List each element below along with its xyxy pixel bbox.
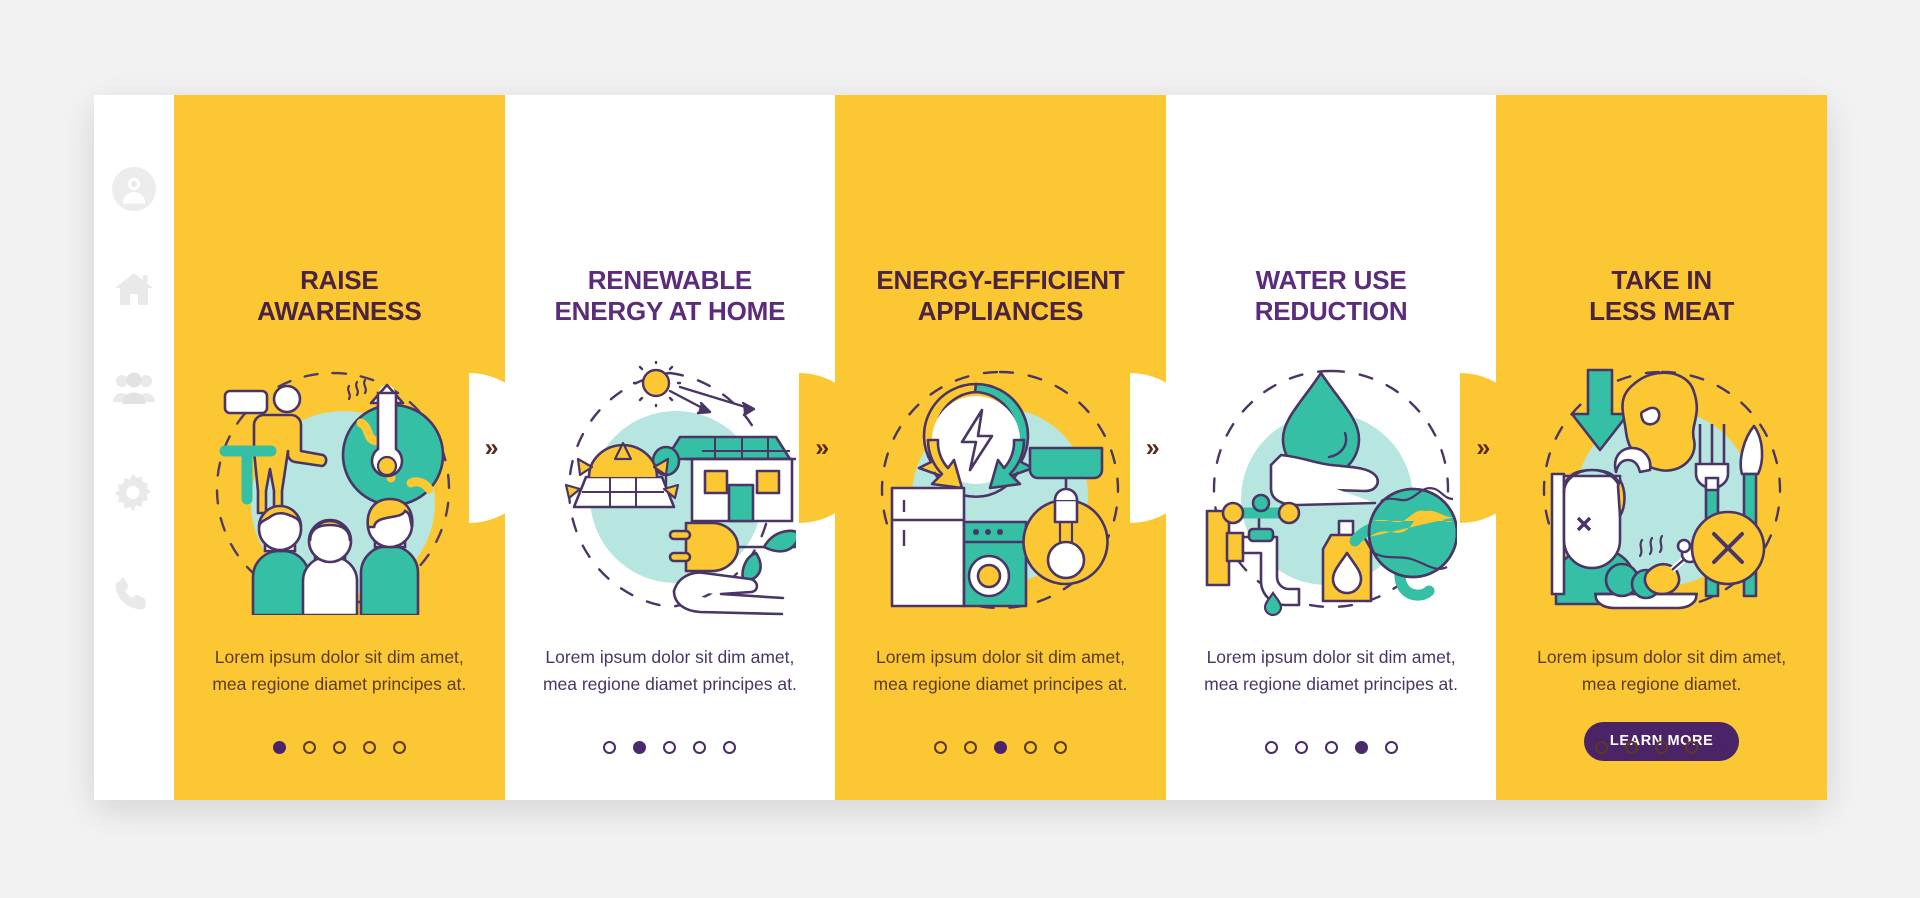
onboarding-template-canvas: RAISE AWARENESS Lorem ipsum dolor sit di…	[0, 0, 1920, 898]
pagination-dot-3[interactable]	[1655, 741, 1669, 754]
page-title-line1: ENERGY-EFFICIENT	[876, 265, 1125, 295]
pagination-dot-1[interactable]	[1264, 741, 1278, 754]
screen-take-in-less-meat[interactable]: » TAKE IN LESS MEAT Lorem ipsum dolor si…	[1460, 95, 1827, 800]
pagination-dot-5[interactable]	[1715, 741, 1729, 754]
pagination-dot-3[interactable]	[993, 741, 1007, 754]
pagination-dot-4[interactable]	[1354, 741, 1368, 754]
people-globe-thermometer-illustration	[208, 360, 470, 618]
page-title-line2: ENERGY AT HOME	[554, 295, 786, 326]
pagination-dot-3[interactable]	[332, 741, 346, 754]
page-title: WATER USE REDUCTION	[1255, 265, 1408, 326]
pagination-dot-2[interactable]	[1294, 741, 1308, 754]
pagination-dot-4[interactable]	[693, 741, 707, 754]
page-title: RENEWABLE ENERGY AT HOME	[555, 265, 786, 326]
pagination-dots[interactable]	[174, 741, 505, 754]
sidebar-icon-rail	[94, 95, 174, 800]
pagination-dot-5[interactable]	[1384, 741, 1398, 754]
pagination-dot-5[interactable]	[723, 741, 737, 754]
pagination-dot-5[interactable]	[392, 741, 406, 754]
pagination-dot-3[interactable]	[663, 741, 677, 754]
phone-icon[interactable]	[112, 575, 156, 619]
screen-energy-efficient-appliances[interactable]: » ENERGY-EFFICIENT APPLIANCES Lorem ipsu…	[799, 95, 1166, 800]
screen-description: Lorem ipsum dolor sit dim amet, mea regi…	[1537, 647, 1787, 694]
page-title-line1: WATER USE	[1255, 265, 1407, 295]
pagination-dot-2[interactable]	[963, 741, 977, 754]
pagination-dot-3[interactable]	[1324, 741, 1338, 754]
screen-description: Lorem ipsum dolor sit dim amet, mea regi…	[1204, 647, 1459, 694]
page-title-line1: TAKE IN	[1611, 265, 1712, 295]
meat-cutlery-person-illustration	[1531, 360, 1793, 618]
pagination-dots[interactable]	[835, 741, 1166, 754]
screen-water-use-reduction[interactable]: » WATER USE REDUCTION Lorem ipsum dolor …	[1129, 95, 1497, 800]
pagination-dots[interactable]	[1166, 741, 1497, 754]
fridge-washer-bulb-recycle-illustration	[869, 360, 1131, 618]
page-title-line2: APPLIANCES	[917, 295, 1084, 326]
pagination-dot-1[interactable]	[1595, 741, 1609, 754]
pagination-dot-4[interactable]	[1023, 741, 1037, 754]
chevron-right-icon: »	[1476, 433, 1490, 461]
page-title-line1: RAISE	[300, 265, 379, 295]
screen-description: Lorem ipsum dolor sit dim amet, mea regi…	[542, 647, 797, 694]
screen-description: Lorem ipsum dolor sit dim amet, mea regi…	[873, 647, 1128, 694]
chevron-right-icon: »	[1145, 433, 1160, 461]
page-title-line2: AWARENESS	[257, 295, 422, 326]
device-frame: RAISE AWARENESS Lorem ipsum dolor sit di…	[94, 95, 1827, 800]
onboarding-screens: RAISE AWARENESS Lorem ipsum dolor sit di…	[174, 95, 1827, 800]
pagination-dot-2[interactable]	[1625, 741, 1639, 754]
pagination-dot-1[interactable]	[603, 741, 617, 754]
gear-icon[interactable]	[112, 473, 156, 517]
faucet-waterdrop-globe-illustration	[1200, 360, 1462, 618]
screen-raise-awareness[interactable]: RAISE AWARENESS Lorem ipsum dolor sit di…	[174, 95, 505, 800]
pagination-dot-2[interactable]	[302, 741, 316, 754]
solar-panel-house-plug-illustration	[539, 360, 801, 618]
screen-renewable-energy-at-home[interactable]: » RENEWABLE ENERGY AT HOME Lorem ipsum d…	[468, 95, 836, 800]
page-title-line1: RENEWABLE	[587, 265, 753, 295]
screen-description: Lorem ipsum dolor sit dim amet, mea regi…	[212, 647, 467, 694]
pagination-dot-1[interactable]	[933, 741, 947, 754]
pagination-dot-2[interactable]	[633, 741, 647, 754]
user-avatar-icon[interactable]	[112, 167, 156, 211]
page-title-line2: LESS MEAT	[1589, 295, 1735, 326]
page-title: RAISE AWARENESS	[257, 265, 422, 326]
chevron-right-icon: »	[815, 433, 829, 461]
pagination-dots[interactable]	[1496, 741, 1827, 754]
pagination-dot-4[interactable]	[362, 741, 376, 754]
page-title-line2: REDUCTION	[1254, 295, 1408, 326]
pagination-dot-1[interactable]	[272, 741, 286, 754]
pagination-dots[interactable]	[505, 741, 836, 754]
home-icon[interactable]	[112, 269, 156, 313]
pagination-dot-4[interactable]	[1685, 741, 1699, 754]
pagination-dot-5[interactable]	[1053, 741, 1067, 754]
page-title: ENERGY-EFFICIENT APPLIANCES	[876, 265, 1124, 326]
chevron-right-icon: »	[484, 433, 499, 461]
page-title: TAKE IN LESS MEAT	[1589, 265, 1734, 326]
people-group-icon[interactable]	[112, 371, 156, 415]
